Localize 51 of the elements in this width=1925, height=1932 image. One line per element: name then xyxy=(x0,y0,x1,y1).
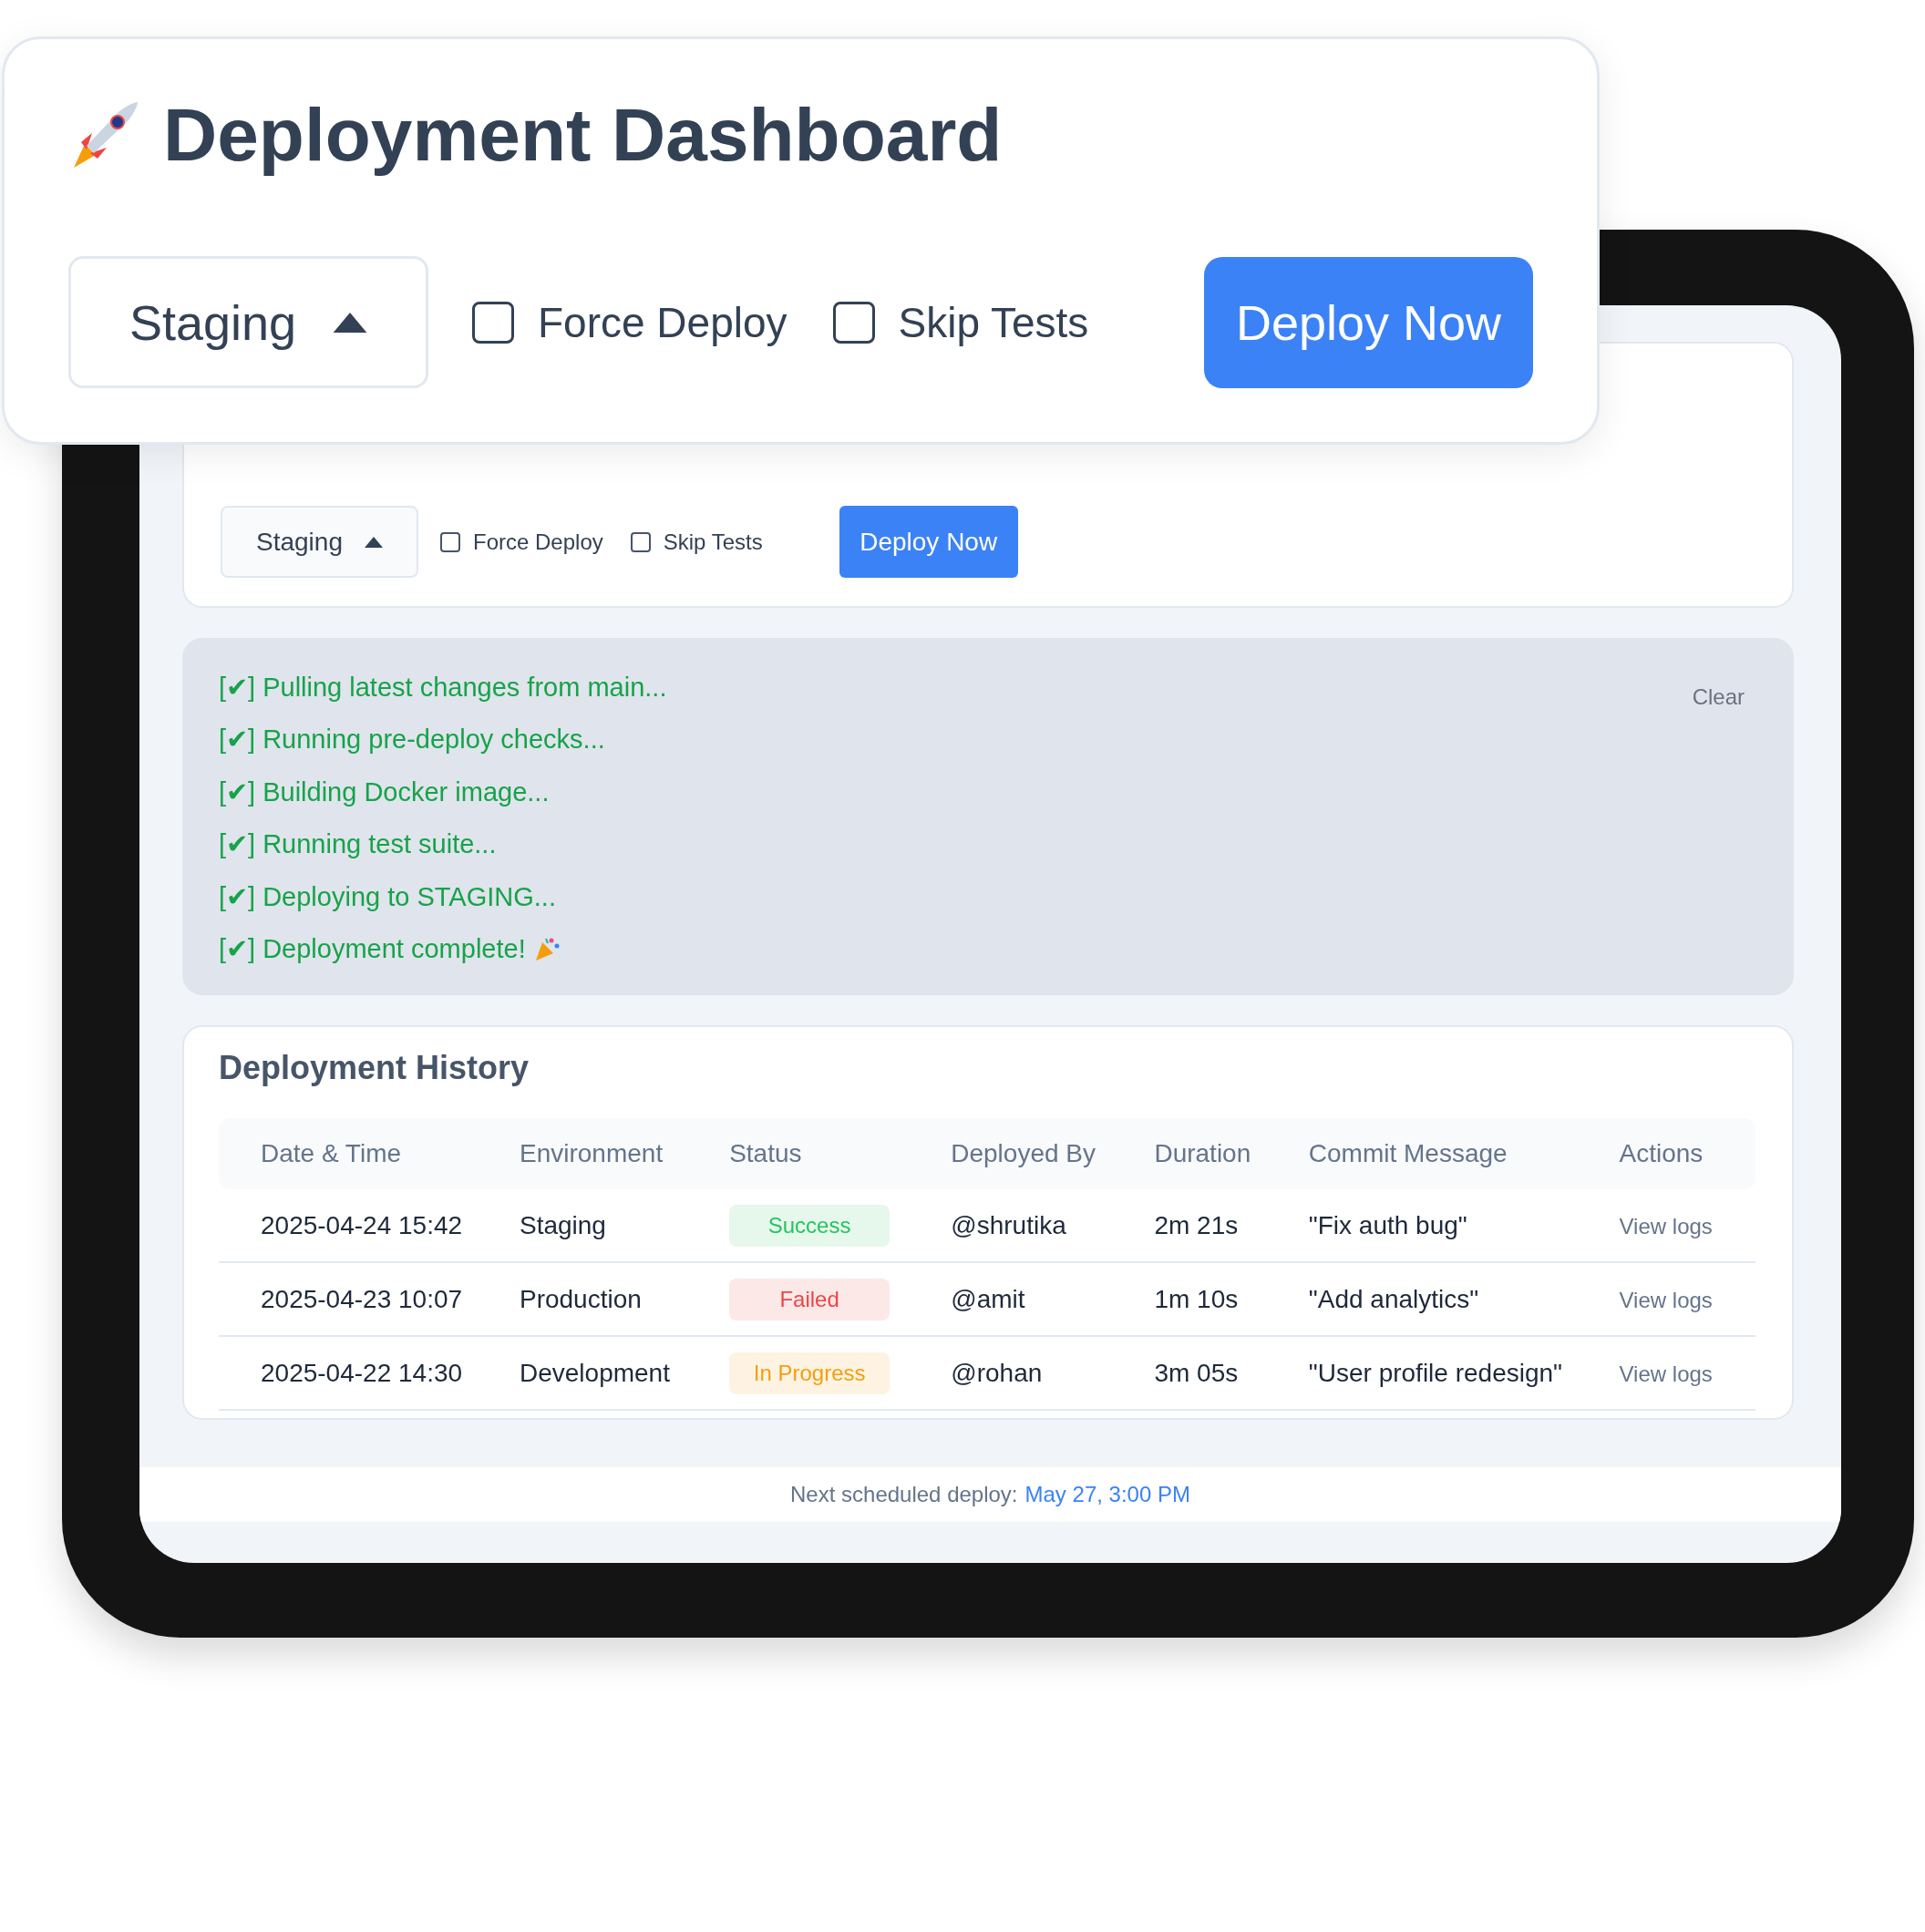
view-logs-link[interactable]: View logs xyxy=(1619,1213,1713,1238)
status-badge: Success xyxy=(729,1204,890,1247)
table-cell-text: Development xyxy=(519,1358,671,1388)
environment-dropdown[interactable]: Staging xyxy=(68,256,428,388)
checkbox[interactable] xyxy=(630,531,651,552)
log-line: [✔] Pulling latest changes from main... xyxy=(219,671,667,703)
log-line: [✔] Building Docker image... xyxy=(219,776,550,807)
status-badge: In Progress xyxy=(729,1351,890,1394)
column-header: Commit Message xyxy=(1308,1139,1508,1168)
checkbox[interactable] xyxy=(472,301,514,344)
view-logs-link[interactable]: View logs xyxy=(1619,1361,1713,1386)
deploy-button[interactable]: Deploy Now xyxy=(839,506,1018,578)
footer-label: Next scheduled deploy: xyxy=(790,1482,1018,1507)
column-header: Environment xyxy=(519,1139,664,1168)
table-cell-text: "User profile redesign" xyxy=(1308,1358,1564,1388)
log-line: [✔] Deploying to STAGING... xyxy=(219,880,556,912)
status-badge: Failed xyxy=(729,1278,890,1321)
table-cell-text: 3m 05s xyxy=(1154,1358,1240,1388)
checkbox-label: Force Deploy xyxy=(473,529,603,555)
table-cell-text: Staging xyxy=(519,1210,607,1240)
table-cell-text: @rohan xyxy=(951,1358,1044,1388)
log-line: [✔] Deployment complete! xyxy=(219,933,526,965)
checkbox[interactable] xyxy=(440,531,460,552)
table-cell-text: @shrutika xyxy=(951,1210,1067,1240)
schedule-link[interactable]: May 27, 3:00 PM xyxy=(1024,1482,1190,1507)
column-header: Actions xyxy=(1619,1139,1704,1168)
deploy-button[interactable]: Deploy Now xyxy=(1204,256,1533,388)
log-line: [✔] Running test suite... xyxy=(219,828,497,860)
column-header: Deployed By xyxy=(951,1139,1096,1168)
history-title: Deployment History xyxy=(219,1048,530,1088)
table-cell-text: @amit xyxy=(951,1284,1026,1314)
checkbox-label: Skip Tests xyxy=(898,297,1089,347)
checkbox-label: Skip Tests xyxy=(663,529,763,555)
checkbox[interactable] xyxy=(832,301,875,344)
table-cell-text: "Add analytics" xyxy=(1308,1284,1480,1314)
column-header: Date & Time xyxy=(261,1139,403,1168)
table-cell-text: Production xyxy=(519,1284,643,1314)
table-cell-text: 1m 10s xyxy=(1154,1284,1240,1314)
view-logs-link[interactable]: View logs xyxy=(1619,1287,1713,1312)
environment-dropdown[interactable]: Staging xyxy=(221,506,418,578)
column-header: Duration xyxy=(1154,1139,1252,1168)
table-cell-text: 2m 21s xyxy=(1154,1210,1240,1240)
checkbox-label: Force Deploy xyxy=(538,297,788,347)
table-cell-text: 2025-04-24 15:42 xyxy=(261,1210,464,1240)
clear-button[interactable]: Clear xyxy=(1688,681,1748,714)
table-cell-text: 2025-04-23 10:07 xyxy=(261,1284,464,1314)
table-cell-text: "Fix auth bug" xyxy=(1308,1210,1468,1240)
dashboard-title: Deployment Dashboard xyxy=(163,92,1003,178)
log-line: [✔] Running pre-deploy checks... xyxy=(219,724,605,755)
column-header: Status xyxy=(729,1139,803,1168)
table-cell-text: 2025-04-22 14:30 xyxy=(261,1358,464,1388)
